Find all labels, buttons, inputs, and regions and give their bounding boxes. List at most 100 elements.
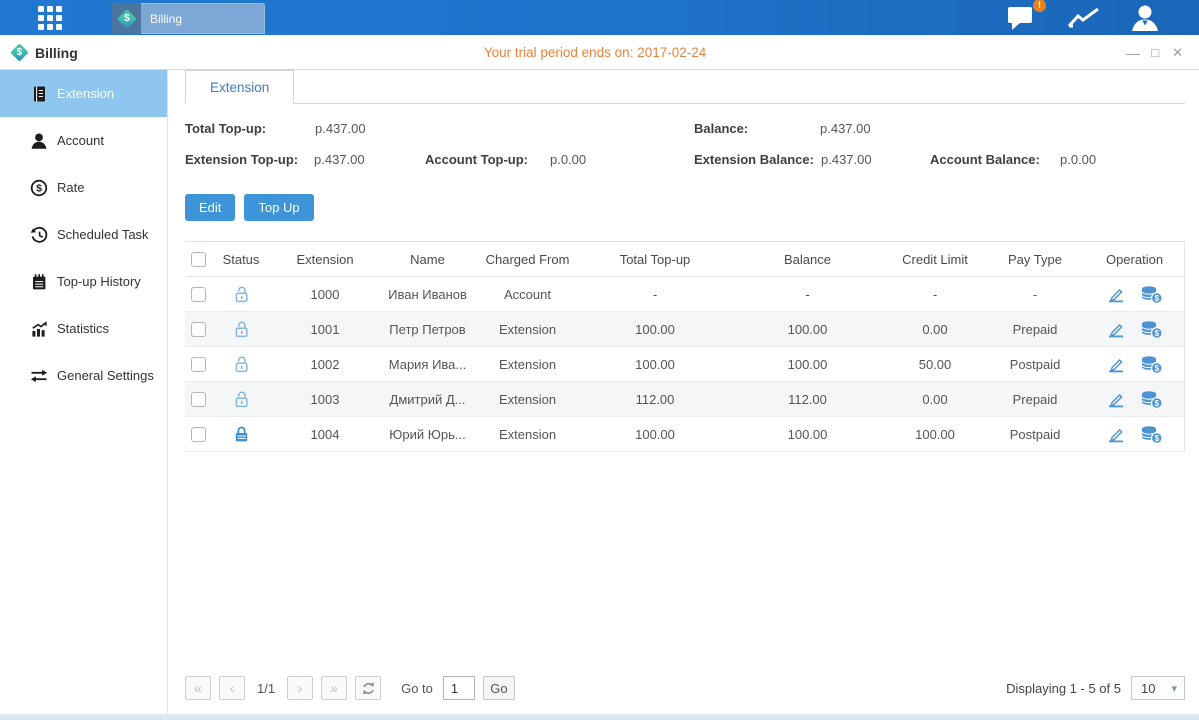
sidebar-item-extension[interactable]: Extension [0,70,167,117]
tab-extension[interactable]: Extension [185,70,294,104]
extension-balance-label: Extension Balance: [694,152,814,167]
top-up-icon[interactable]: $ [1140,355,1163,374]
cell-name: Дмитрий Д... [380,382,475,417]
cell-operation: $ [1085,382,1184,417]
go-button[interactable]: Go [483,676,515,700]
trial-notice: Your trial period ends on: 2017-02-24 [484,35,706,70]
cell-pay-type: Postpaid [985,417,1085,452]
prev-page-button[interactable]: ‹ [219,676,245,700]
cell-charged-from: Extension [475,382,580,417]
top-up-icon[interactable]: $ [1140,320,1163,339]
cell-status [212,347,270,382]
cell-name: Мария Ива... [380,347,475,382]
sidebar-item-label: Top-up History [57,274,141,289]
cell-balance: - [730,277,885,312]
row-checkbox[interactable] [191,357,206,372]
top-up-icon[interactable]: $ [1140,285,1163,304]
billing-app-icon: $ [112,3,141,34]
cell-status [212,312,270,347]
table-row: 1003 Дмитрий Д... Extension 112.00 112.0… [185,382,1184,417]
edit-icon[interactable] [1106,390,1126,408]
sidebar-item-label: Scheduled Task [57,227,149,242]
cell-total-topup: 100.00 [580,347,730,382]
last-page-button[interactable]: » [321,676,347,700]
cell-credit-limit: 0.00 [885,312,985,347]
cell-name: Юрий Юрь... [380,417,475,452]
sidebar-item-general-settings[interactable]: General Settings [0,352,167,399]
taskbar-item-billing[interactable]: $ Billing [112,3,265,34]
refresh-button[interactable] [355,676,381,700]
next-page-button[interactable]: › [287,676,313,700]
table-row: 1004 Юрий Юрь... Extension 100.00 100.00… [185,417,1184,452]
maximize-button[interactable]: □ [1151,46,1159,59]
status-unlocked-icon [233,285,250,303]
svg-text:$: $ [1155,364,1160,373]
status-unlocked-icon [233,390,250,408]
cell-extension: 1004 [270,417,380,452]
cell-charged-from: Extension [475,347,580,382]
sidebar-item-rate[interactable]: $ Rate [0,164,167,211]
sidebar-item-label: Extension [57,86,114,101]
edit-icon[interactable] [1106,425,1126,443]
page-indicator: 1/1 [257,681,275,696]
edit-icon[interactable] [1106,320,1126,338]
top-up-icon[interactable]: $ [1140,425,1163,444]
cell-pay-type: - [985,277,1085,312]
cell-operation: $ [1085,347,1184,382]
edit-button[interactable]: Edit [185,194,235,221]
cell-credit-limit: 100.00 [885,417,985,452]
resource-monitor-icon[interactable] [1066,5,1102,31]
select-all-checkbox[interactable] [191,252,206,267]
sidebar-item-label: General Settings [57,368,154,383]
account-balance-value: p.0.00 [1060,152,1096,167]
tabstrip: Extension [185,70,1185,104]
ledger-icon [29,85,48,103]
first-page-button[interactable]: « [185,676,211,700]
total-topup-label: Total Top-up: [185,121,266,136]
desktop-topbar: $ Billing ! [0,0,1199,35]
notification-badge: ! [1033,0,1046,12]
balance-value: p.437.00 [820,121,871,136]
user-icon[interactable] [1129,4,1161,32]
apps-grid-icon[interactable] [38,6,66,30]
cell-operation: $ [1085,277,1184,312]
extension-topup-label: Extension Top-up: [185,152,298,167]
col-name: Name [380,242,475,277]
cell-balance: 112.00 [730,382,885,417]
transfer-arrows-icon [29,367,48,385]
top-up-button[interactable]: Top Up [244,194,313,221]
sidebar-item-scheduled-task[interactable]: Scheduled Task [0,211,167,258]
main-content: Extension Total Top-up: p.437.00 Balance… [168,70,1199,714]
sidebar-item-topup-history[interactable]: Top-up History [0,258,167,305]
row-checkbox[interactable] [191,392,206,407]
row-checkbox[interactable] [191,287,206,302]
window-title: Billing [35,45,78,61]
sidebar-item-statistics[interactable]: Statistics [0,305,167,352]
status-unlocked-icon [233,320,250,338]
top-up-icon[interactable]: $ [1140,390,1163,409]
messages-icon[interactable]: ! [1006,4,1039,32]
person-icon [29,132,48,150]
page-size-select[interactable]: 10 ▾ [1131,676,1185,700]
status-unlocked-icon [233,355,250,373]
row-checkbox[interactable] [191,427,206,442]
cell-credit-limit: 0.00 [885,382,985,417]
close-button[interactable]: ✕ [1172,46,1183,59]
edit-icon[interactable] [1106,285,1126,303]
row-checkbox[interactable] [191,322,206,337]
goto-page-input[interactable] [443,676,475,700]
minimize-button[interactable]: — [1126,46,1138,60]
pagination-bar: « ‹ 1/1 › » Go to Go Displaying [185,668,1185,714]
edit-icon[interactable] [1106,355,1126,373]
sidebar: Extension Account $ Rate [0,70,168,714]
cell-balance: 100.00 [730,312,885,347]
sidebar-item-label: Rate [57,180,84,195]
chevron-down-icon: ▾ [1171,682,1177,695]
col-total-topup: Total Top-up [580,242,730,277]
total-topup-value: p.437.00 [315,121,366,136]
table-row: 1001 Петр Петров Extension 100.00 100.00… [185,312,1184,347]
cell-charged-from: Extension [475,312,580,347]
extension-table: Status Extension Name Charged From Total… [185,241,1184,452]
sidebar-item-account[interactable]: Account [0,117,167,164]
window-bottom-border [0,714,1199,720]
